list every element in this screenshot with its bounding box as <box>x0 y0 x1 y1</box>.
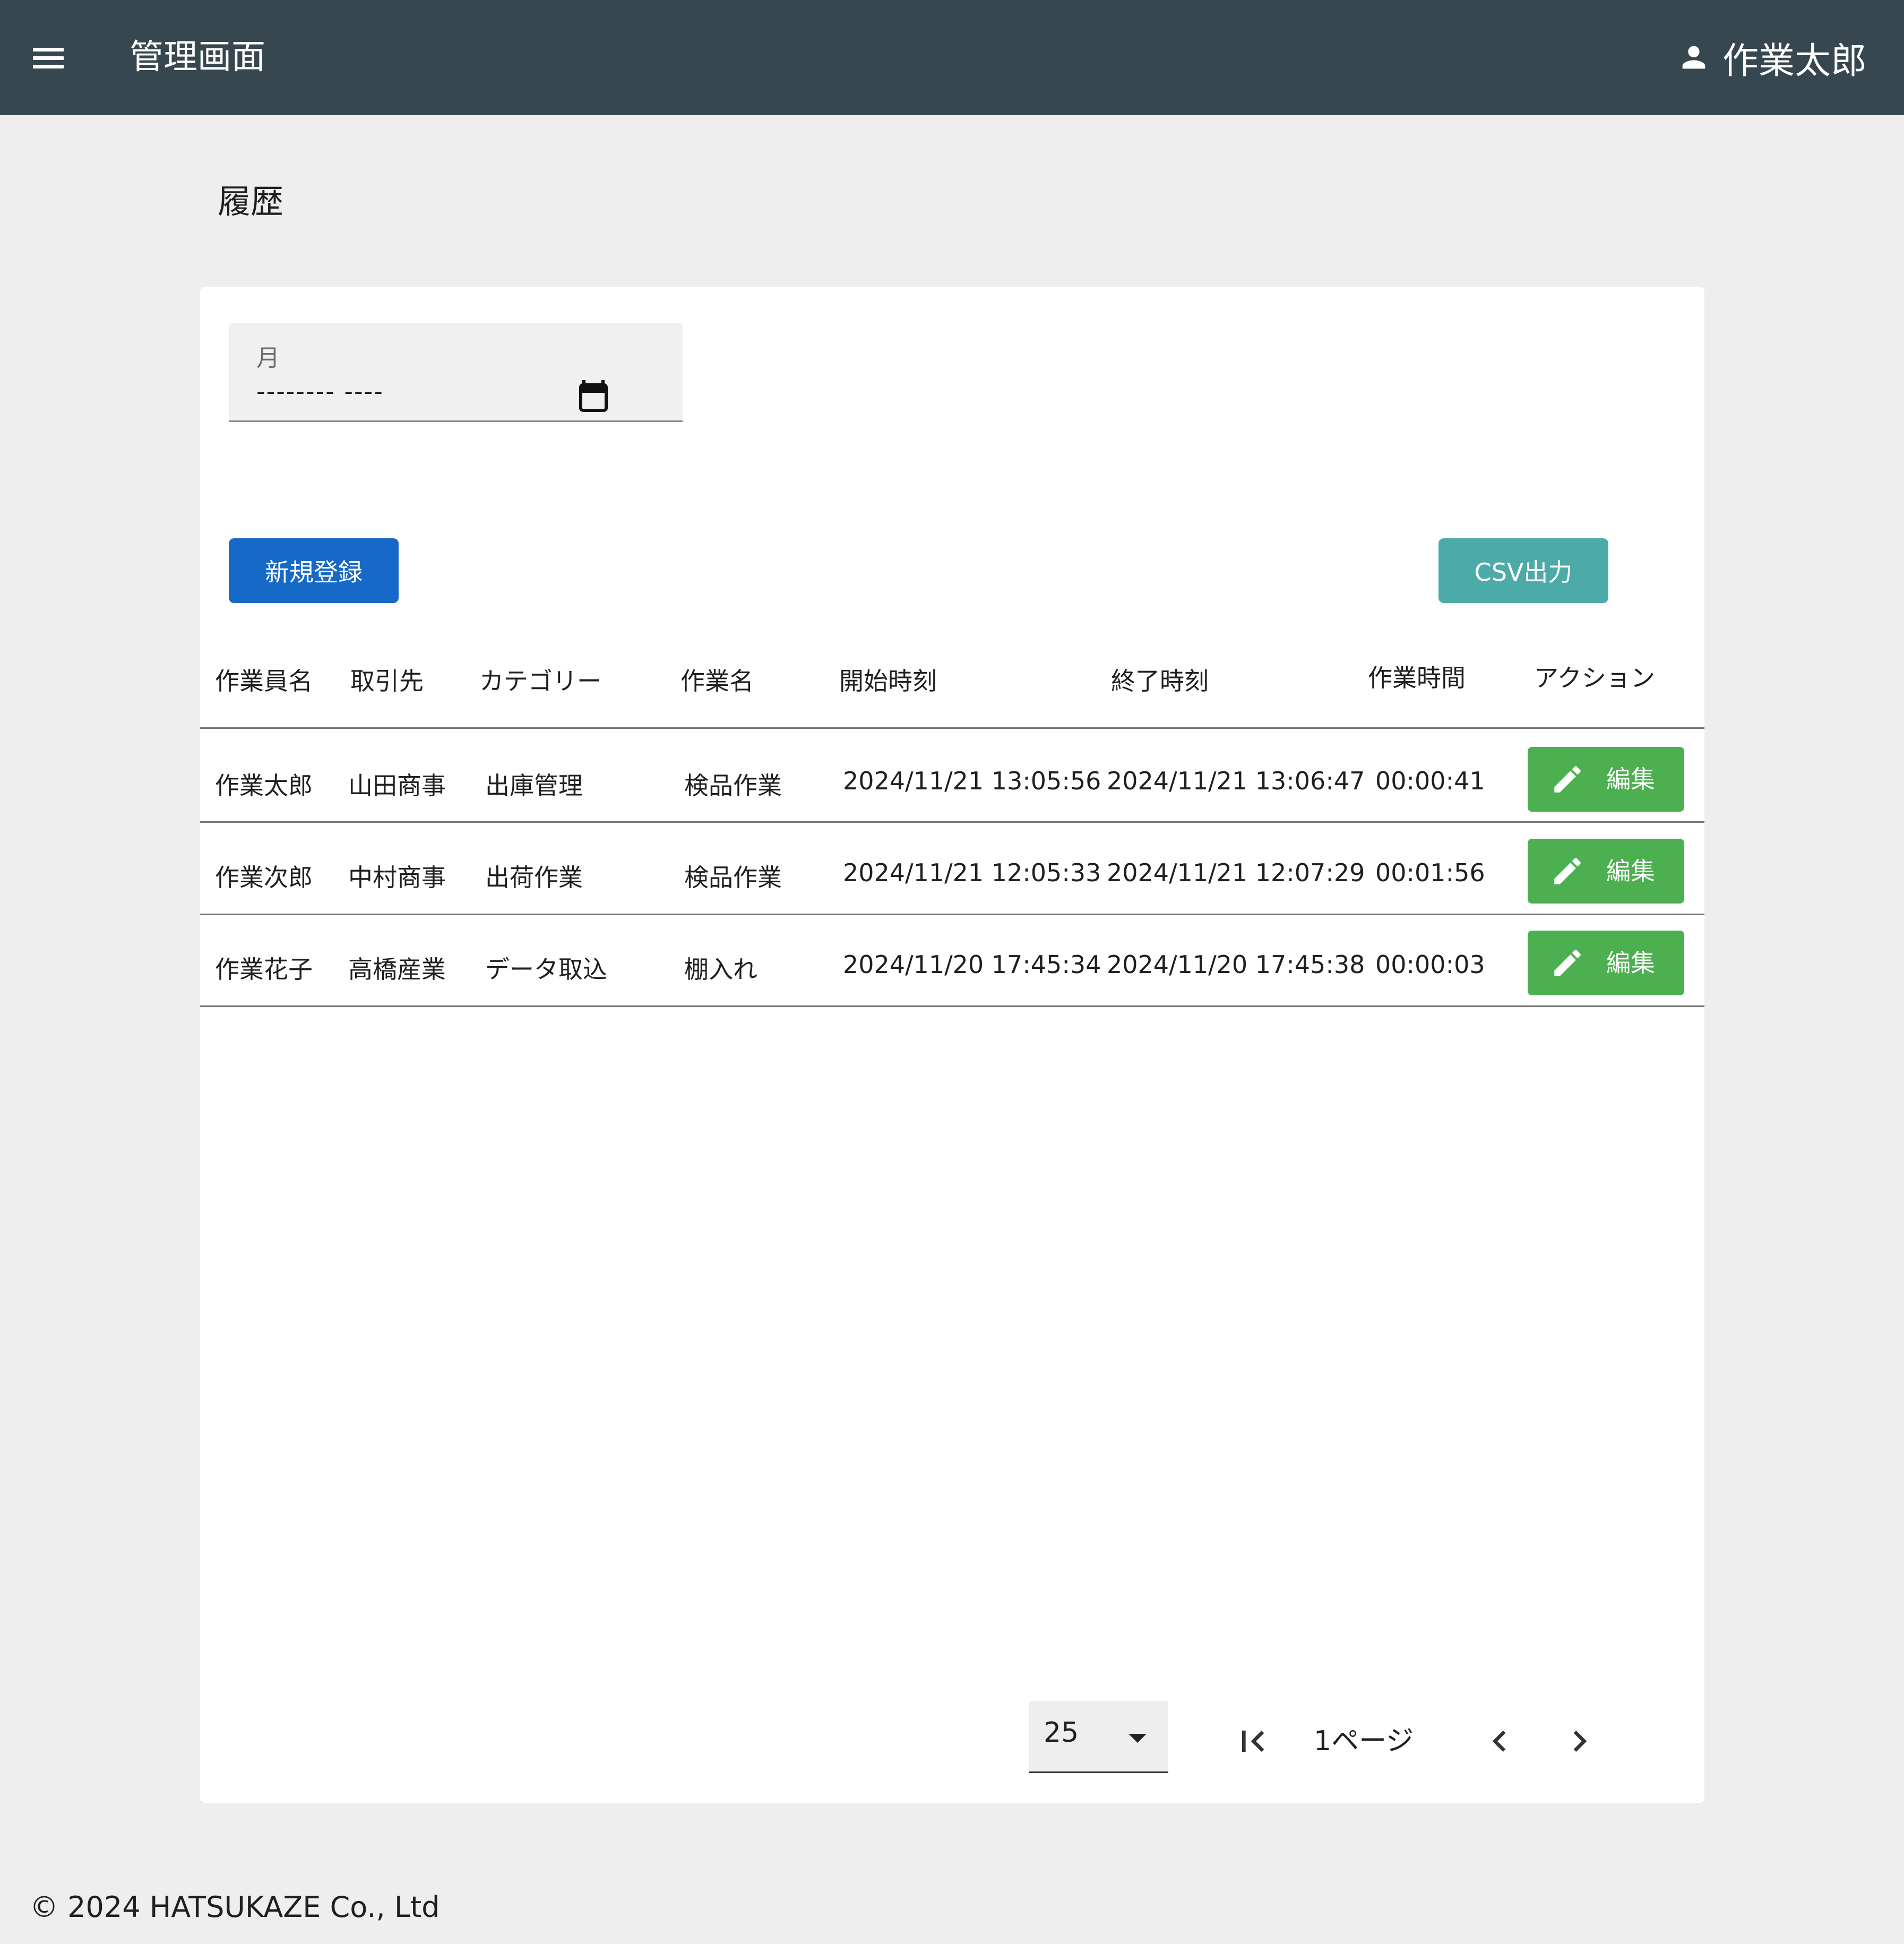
app-title: 管理画面 <box>130 38 265 77</box>
edit-label: 編集 <box>1606 949 1655 977</box>
column-header-client[interactable]: 取引先 <box>350 663 424 700</box>
page-title: 履歴 <box>218 182 284 221</box>
page-indicator: 1ページ <box>1314 1725 1414 1757</box>
calendar-icon[interactable] <box>579 380 608 412</box>
month-picker-field[interactable]: 月 -------- ---- <box>229 323 683 422</box>
row-divider <box>200 1005 1704 1007</box>
footer-copyright: © 2024 HATSUKAZE Co., Ltd <box>30 1890 440 1924</box>
history-card: 月 -------- ---- 新規登録 CSV出力 作業員名 取引先 カテゴリ… <box>200 287 1704 1803</box>
cell-start: 2024/11/20 17:45:34 <box>843 950 1101 979</box>
cell-category: 出荷作業 <box>485 863 583 892</box>
user-name: 作業太郎 <box>1722 40 1867 82</box>
cell-client: 中村商事 <box>348 863 446 892</box>
pencil-icon <box>1554 766 1581 793</box>
cell-task: 検品作業 <box>684 863 782 892</box>
column-header-task[interactable]: 作業名 <box>680 663 754 700</box>
cell-client: 山田商事 <box>348 771 446 800</box>
rows-per-page-value: 25 <box>1044 1717 1079 1749</box>
menu-icon[interactable] <box>30 38 70 76</box>
column-header-end[interactable]: 終了時刻 <box>1111 663 1209 700</box>
column-header-category[interactable]: カテゴリー <box>479 663 601 700</box>
cell-category: 出庫管理 <box>485 771 583 800</box>
next-page-icon[interactable] <box>1558 1720 1601 1762</box>
column-header-duration[interactable]: 作業時間 <box>1368 659 1466 696</box>
pencil-icon <box>1554 950 1581 976</box>
cell-duration: 00:00:41 <box>1375 767 1485 795</box>
cell-duration: 00:01:56 <box>1375 858 1485 887</box>
person-icon <box>1682 46 1705 69</box>
edit-button[interactable]: 編集 <box>1528 931 1684 995</box>
dropdown-arrow-icon <box>1128 1734 1147 1743</box>
cell-worker: 作業花子 <box>215 955 313 984</box>
edit-button[interactable]: 編集 <box>1528 747 1684 812</box>
previous-page-icon[interactable] <box>1478 1720 1521 1762</box>
cell-duration: 00:00:03 <box>1375 950 1485 979</box>
row-divider <box>200 821 1704 823</box>
user-menu[interactable]: 作業太郎 <box>1677 31 1867 84</box>
cell-worker: 作業次郎 <box>215 863 313 892</box>
column-header-start[interactable]: 開始時刻 <box>839 663 937 700</box>
edit-label: 編集 <box>1606 857 1655 885</box>
cell-task: 検品作業 <box>684 771 782 800</box>
month-label: 月 <box>256 345 280 372</box>
cell-client: 高橋産業 <box>348 955 446 984</box>
column-header-worker[interactable]: 作業員名 <box>215 663 313 700</box>
cell-end: 2024/11/21 12:07:29 <box>1107 858 1365 887</box>
month-value: -------- ---- <box>256 377 384 406</box>
csv-export-button[interactable]: CSV出力 <box>1438 538 1608 603</box>
app-bar: 管理画面 作業太郎 <box>0 0 1904 115</box>
pencil-icon <box>1554 858 1581 884</box>
cell-task: 棚入れ <box>684 955 757 984</box>
edit-label: 編集 <box>1606 765 1655 794</box>
cell-start: 2024/11/21 12:05:33 <box>843 858 1101 887</box>
cell-start: 2024/11/21 13:05:56 <box>843 767 1101 795</box>
cell-end: 2024/11/20 17:45:38 <box>1107 950 1365 979</box>
row-divider <box>200 914 1704 915</box>
cell-worker: 作業太郎 <box>215 771 313 800</box>
cell-end: 2024/11/21 13:06:47 <box>1107 767 1365 795</box>
rows-per-page-select[interactable]: 25 <box>1029 1701 1168 1773</box>
first-page-icon[interactable] <box>1231 1720 1274 1762</box>
cell-category: データ取込 <box>485 955 607 984</box>
column-header-action: アクション <box>1534 664 1655 692</box>
header-divider <box>200 727 1704 729</box>
edit-button[interactable]: 編集 <box>1528 839 1684 904</box>
new-registration-button[interactable]: 新規登録 <box>229 538 399 603</box>
